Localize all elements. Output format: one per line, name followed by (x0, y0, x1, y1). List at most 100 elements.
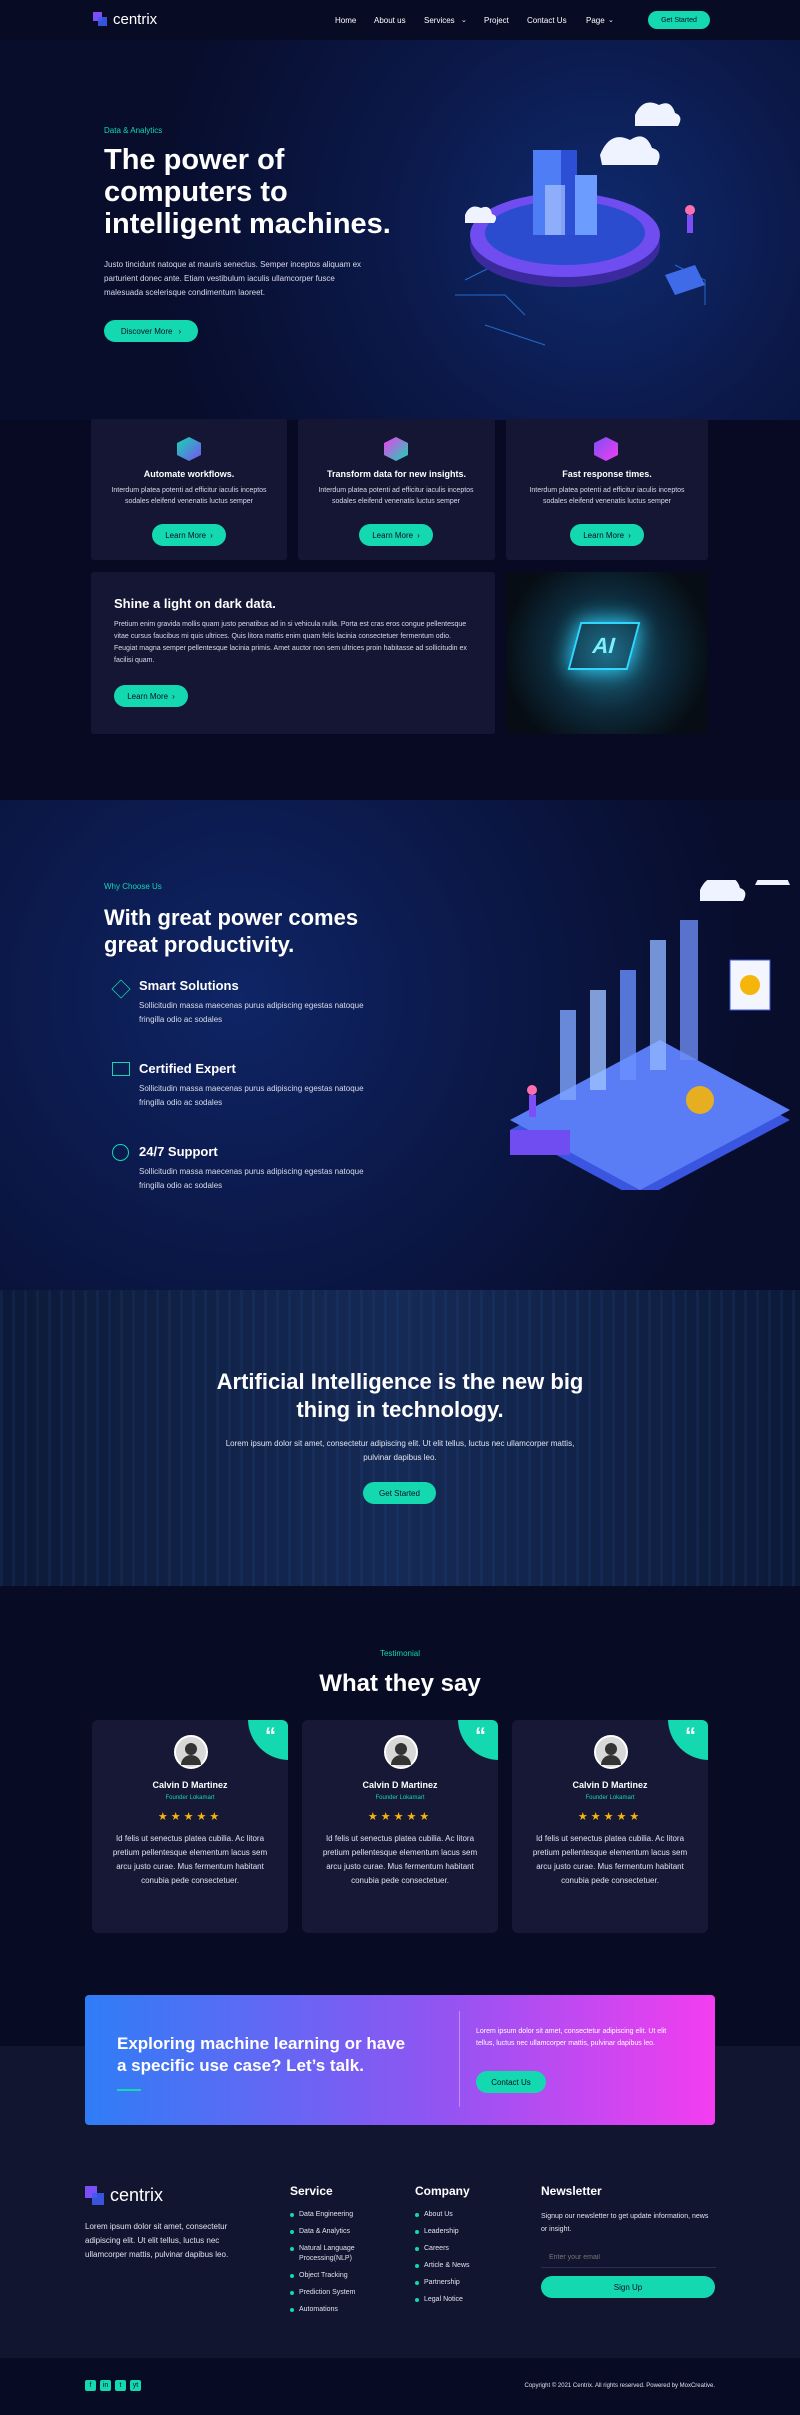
chevron-right-icon: › (210, 530, 213, 540)
nav-about-us[interactable]: About us (374, 16, 406, 25)
testimonial-title: What they say (319, 1670, 481, 1697)
star-rating: ★ ★ ★ ★ ★ (302, 1807, 498, 1825)
star-icon: ★ (209, 1811, 220, 1823)
ai-banner-text: Lorem ipsum dolor sit amet, consectetur … (225, 1439, 575, 1462)
feature-text: Sollicitudin massa maecenas purus adipis… (139, 1167, 364, 1190)
hero-eyebrow: Data & Analytics (104, 126, 163, 135)
cta-title: Exploring machine learning or have a spe… (117, 2034, 406, 2075)
footer-link[interactable]: About Us (415, 2210, 515, 2220)
learn-more-button[interactable]: Learn More › (152, 524, 226, 546)
footer-link[interactable]: Careers (415, 2244, 515, 2254)
service-title: Transform data for new insights. (326, 469, 467, 479)
nav-contact-us[interactable]: Contact Us (527, 16, 567, 25)
nav-page[interactable]: Page (586, 16, 605, 25)
linkedin-icon[interactable]: in (100, 2380, 111, 2391)
footer-service-links: Data Engineering Data & Analytics Natura… (290, 2210, 390, 2315)
nav-home[interactable]: Home (335, 16, 356, 25)
star-icon: ★ (419, 1811, 430, 1823)
feature-title: 24/7 Support (139, 1144, 218, 1159)
email-input[interactable] (541, 2248, 716, 2268)
star-rating: ★ ★ ★ ★ ★ (92, 1807, 288, 1825)
chevron-right-icon: › (417, 530, 420, 540)
cube-icon (177, 437, 201, 461)
footer-brand[interactable]: centrix (110, 2185, 163, 2206)
testimonial-text: Id felis ut senectus platea cubilia. Ac … (322, 1834, 478, 1885)
get-started-button[interactable]: Get Started (363, 1482, 436, 1504)
logo-icon (85, 2186, 105, 2206)
twitter-icon[interactable]: t (115, 2380, 126, 2391)
chevron-right-icon: › (178, 326, 182, 336)
star-icon: ★ (590, 1811, 601, 1823)
chevron-down-icon: ⌄ (461, 17, 467, 24)
star-icon: ★ (183, 1811, 194, 1823)
hero-title: The power of computers to intelligent ma… (104, 144, 391, 240)
cta-text: Lorem ipsum dolor sit amet, consectetur … (476, 2028, 667, 2047)
footer-link[interactable]: Data Engineering (290, 2210, 390, 2220)
star-rating: ★ ★ ★ ★ ★ (512, 1807, 708, 1825)
testimonial-role: Founder Lokamart (585, 1795, 635, 1801)
ai-banner-section: Artificial Intelligence is the new big t… (0, 1290, 800, 1586)
footer-company-links: About Us Leadership Careers Article & Ne… (415, 2210, 515, 2305)
social-links: f in t yt (85, 2380, 141, 2391)
copyright-text: Copyright © 2021 Centrix. All rights res… (524, 2383, 715, 2389)
why-eyebrow: Why Choose Us (104, 882, 162, 891)
service-title: Fast response times. (562, 469, 652, 479)
service-title: Automate workflows. (143, 469, 235, 479)
service-text: Interdum platea potenti ad efficitur iac… (111, 487, 267, 505)
footer-link[interactable]: Natural Language Processing(NLP) (290, 2244, 390, 2264)
ai-chip-label: AI (567, 622, 641, 670)
service-card: Automate workflows. Interdum platea pote… (91, 419, 287, 560)
testimonial-eyebrow: Testimonial (379, 1649, 420, 1658)
footer-link[interactable]: Automations (290, 2305, 390, 2315)
footer-link[interactable]: Leadership (415, 2227, 515, 2237)
footer-link[interactable]: Data & Analytics (290, 2227, 390, 2237)
footer-link[interactable]: Prediction System (290, 2288, 390, 2298)
nav-services[interactable]: Services (424, 16, 455, 25)
avatar (594, 1735, 628, 1769)
spotlight-text: Pretium enim gravida mollis quam justo p… (114, 621, 467, 664)
spotlight-title: Shine a light on dark data. (114, 596, 276, 611)
learn-more-button[interactable]: Learn More › (359, 524, 433, 546)
feature-text: Sollicitudin massa maecenas purus adipis… (139, 1084, 364, 1107)
support-icon (112, 1144, 129, 1161)
star-icon: ★ (406, 1811, 417, 1823)
sign-up-button[interactable]: Sign Up (541, 2276, 715, 2298)
star-icon: ★ (170, 1811, 181, 1823)
star-icon: ★ (577, 1811, 588, 1823)
get-started-button[interactable]: Get Started (648, 11, 710, 29)
hero-section: Data & Analytics The power of computers … (0, 40, 800, 420)
testimonial-text: Id felis ut senectus platea cubilia. Ac … (532, 1834, 688, 1885)
footer-link[interactable]: Partnership (415, 2278, 515, 2288)
avatar (174, 1735, 208, 1769)
testimonial-name: Calvin D Martinez (572, 1780, 648, 1790)
analytics-platform-illustration (510, 880, 790, 1190)
testimonial-card: “ Calvin D Martinez Founder Lokamart ★ ★ ★… (512, 1720, 708, 1933)
testimonial-card: “ Calvin D Martinez Founder Lokamart ★ ★ ★… (92, 1720, 288, 1933)
quote-icon: “ (248, 1720, 288, 1760)
discover-more-button[interactable]: Discover More › (104, 320, 198, 342)
cloud-data-center-illustration (455, 102, 706, 346)
testimonial-role: Founder Lokamart (165, 1795, 215, 1801)
service-text: Interdum platea potenti ad efficitur iac… (318, 487, 474, 505)
cube-icon (594, 437, 618, 461)
contact-us-button[interactable]: Contact Us (476, 2071, 546, 2093)
nav-project[interactable]: Project (484, 16, 509, 25)
youtube-icon[interactable]: yt (130, 2380, 141, 2391)
brand-logo-text[interactable]: centrix (113, 11, 157, 28)
testimonial-name: Calvin D Martinez (152, 1780, 228, 1790)
testimonial-role: Founder Lokamart (375, 1795, 425, 1801)
learn-more-button[interactable]: Learn More › (114, 685, 188, 707)
footer-link[interactable]: Article & News (415, 2261, 515, 2271)
facebook-icon[interactable]: f (85, 2380, 96, 2391)
footer-link[interactable]: Legal Notice (415, 2295, 515, 2305)
newsletter-text: Signup our newsletter to get update info… (541, 2213, 709, 2233)
service-text: Interdum platea potenti ad efficitur iac… (529, 487, 685, 505)
footer-link[interactable]: Object Tracking (290, 2271, 390, 2281)
learn-more-button[interactable]: Learn More › (570, 524, 644, 546)
ai-banner-title: Artificial Intelligence is the new big t… (216, 1369, 584, 1422)
testimonial-name: Calvin D Martinez (362, 1780, 438, 1790)
hero-text: Justo tincidunt natoque at mauris senect… (104, 260, 362, 297)
footer-bottom-bar: f in t yt Copyright © 2021 Centrix. All … (0, 2358, 800, 2415)
learn-more-label: Learn More (372, 530, 414, 540)
footer-company-title: Company (415, 2184, 470, 2198)
